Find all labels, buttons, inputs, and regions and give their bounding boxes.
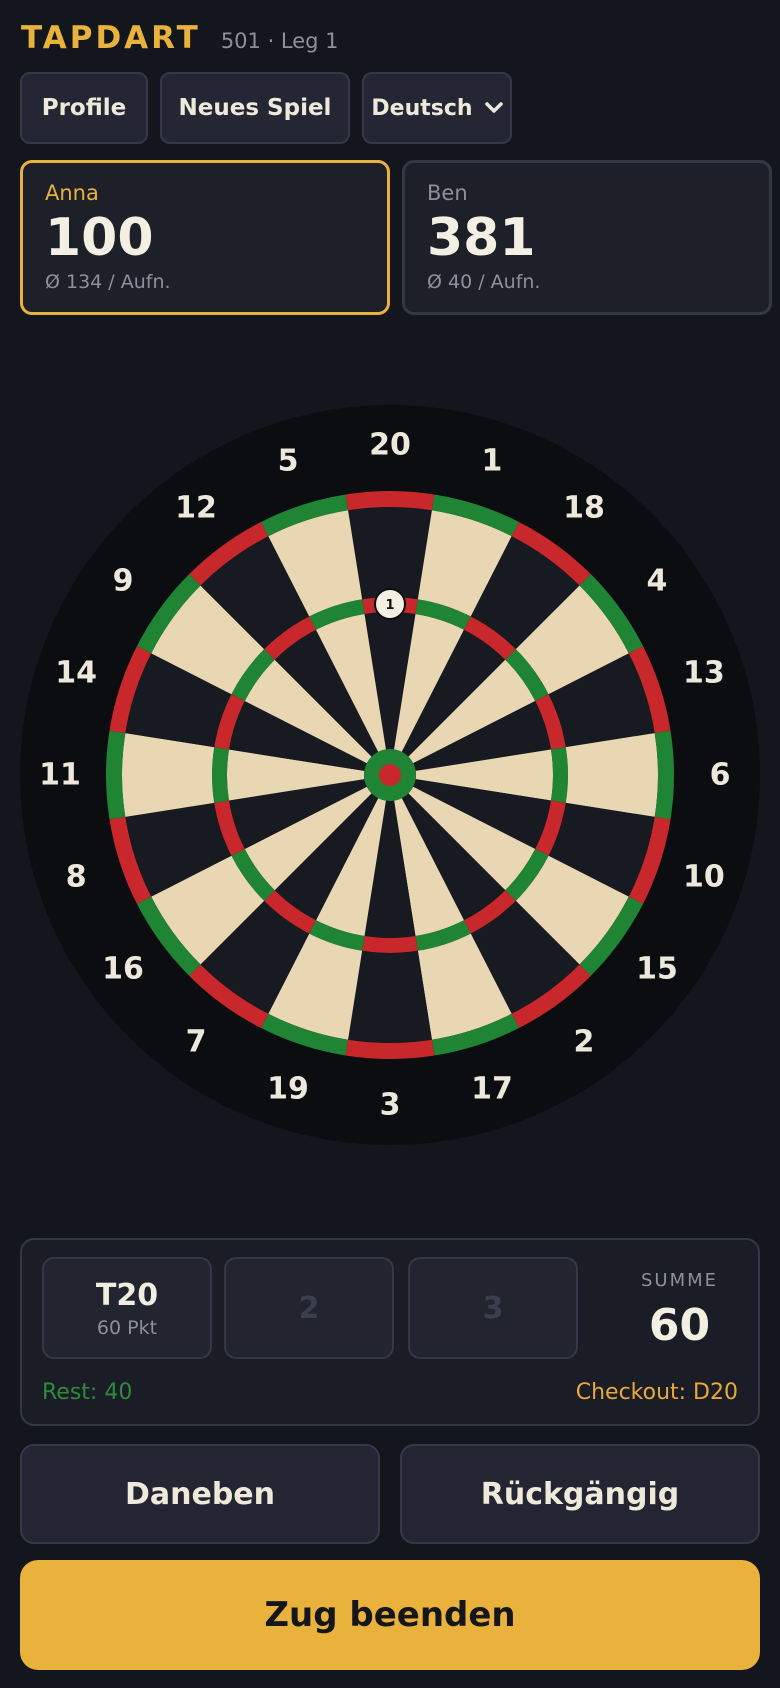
board-number-7: 7 [186, 1024, 207, 1059]
segment-single-outer-11[interactable] [122, 733, 215, 817]
player-card-ben[interactable]: Ben 381 Ø 40 / Aufn. [402, 160, 772, 315]
new-game-button[interactable]: Neues Spiel [160, 72, 350, 144]
board-number-19: 19 [267, 1071, 309, 1106]
miss-button[interactable]: Daneben [20, 1444, 380, 1544]
throw-panel: T20 60 Pkt 2 3 SUMME 60 Rest: 40 Checkou… [20, 1238, 760, 1426]
board-number-11: 11 [39, 758, 81, 793]
board-number-18: 18 [563, 491, 605, 526]
board-number-12: 12 [175, 491, 217, 526]
segment-single-outer-3[interactable] [348, 950, 432, 1043]
profiles-button[interactable]: Profile [20, 72, 148, 144]
board-number-8: 8 [66, 859, 87, 894]
sum-value: 60 [648, 1300, 711, 1351]
board-number-10: 10 [683, 859, 725, 894]
chevron-down-icon [484, 102, 503, 113]
language-select[interactable]: Deutsch [362, 72, 512, 144]
segment-triple-11[interactable] [212, 747, 230, 803]
player-name: Anna [45, 181, 99, 205]
board-number-2: 2 [574, 1024, 595, 1059]
throw-slot-3[interactable]: 3 [408, 1257, 578, 1359]
sum-label: SUMME [640, 1270, 719, 1291]
segment-triple-6[interactable] [550, 747, 568, 803]
player-score: 381 [427, 208, 536, 268]
checkout-hint: Checkout: D20 [575, 1380, 738, 1405]
player-average: Ø 40 / Aufn. [427, 271, 541, 293]
throw-slot-1[interactable]: T20 60 Pkt [42, 1257, 212, 1359]
board-number-5: 5 [278, 444, 299, 479]
player-name: Ben [427, 181, 468, 205]
bullseye[interactable] [379, 764, 401, 786]
dartboard[interactable]: 20 1 18 4 13 6 10 15 2 17 3 19 7 16 8 11 14 9 12 5 1 [20, 405, 760, 1145]
board-number-13: 13 [683, 656, 725, 691]
board-number-17: 17 [471, 1071, 513, 1106]
board-number-9: 9 [113, 564, 134, 599]
board-number-20: 20 [369, 428, 411, 463]
board-number-3: 3 [380, 1088, 401, 1123]
throw-1-value: T20 [95, 1277, 159, 1313]
new-game-label: Neues Spiel [178, 95, 332, 121]
undo-button[interactable]: Rückgängig [400, 1444, 760, 1544]
board-number-15: 15 [636, 951, 678, 986]
board-number-6: 6 [710, 758, 731, 793]
segment-triple-3[interactable] [362, 935, 418, 953]
throw-2-placeholder: 2 [298, 1290, 320, 1326]
app-logo: TAPDART [21, 20, 201, 56]
app-header: TAPDART 501 · Leg 1 [21, 20, 339, 56]
board-number-16: 16 [102, 951, 144, 986]
language-value: Deutsch [371, 95, 473, 121]
segment-single-outer-20[interactable] [348, 507, 432, 600]
game-subtitle: 501 · Leg 1 [220, 29, 339, 53]
board-number-4: 4 [647, 564, 668, 599]
segment-single-outer-6[interactable] [565, 733, 658, 817]
player-card-anna[interactable]: Anna 100 Ø 134 / Aufn. [20, 160, 390, 315]
board-number-1: 1 [482, 444, 503, 479]
throw-1-points: 60 Pkt [96, 1316, 158, 1339]
throw-slot-2[interactable]: 2 [224, 1257, 394, 1359]
board-number-14: 14 [55, 656, 97, 691]
end-turn-button[interactable]: Zug beenden [20, 1560, 760, 1670]
rest-remaining: Rest: 40 [42, 1380, 133, 1405]
player-score: 100 [45, 208, 154, 268]
player-average: Ø 134 / Aufn. [45, 271, 171, 293]
dart-marker-label: 1 [385, 598, 394, 613]
dart-marker: 1 [374, 588, 406, 620]
throw-3-placeholder: 3 [482, 1290, 504, 1326]
profiles-label: Profile [41, 95, 127, 121]
